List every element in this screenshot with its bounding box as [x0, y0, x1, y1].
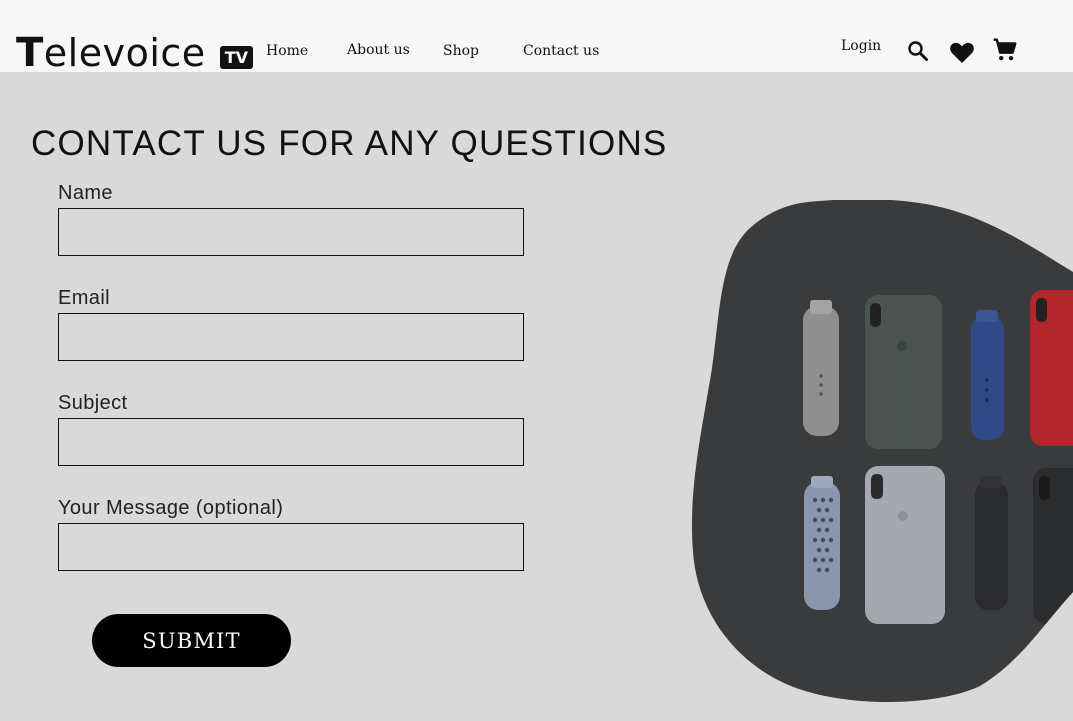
brand-initial: T: [16, 30, 44, 76]
watch-band-light-blue: [804, 476, 840, 610]
heart-icon[interactable]: [949, 41, 975, 70]
email-input[interactable]: [58, 313, 524, 361]
brand-logo[interactable]: Televoice TV: [16, 31, 253, 75]
hero-product-image: [690, 200, 1073, 705]
nav-about[interactable]: About us: [347, 42, 410, 58]
brand-tv-badge: TV: [219, 45, 253, 69]
message-label: Your Message (optional): [58, 497, 284, 519]
phone-case-red: [1030, 290, 1073, 446]
subject-label: Subject: [58, 392, 128, 414]
message-input[interactable]: [58, 523, 524, 571]
phone-case-white: [865, 466, 945, 624]
subject-input[interactable]: [58, 418, 524, 466]
watch-band-black: [975, 476, 1008, 610]
email-label: Email: [58, 287, 111, 309]
phone-case-black: [1033, 468, 1073, 624]
submit-button[interactable]: SUBMIT: [92, 614, 291, 667]
cart-icon[interactable]: [992, 37, 1018, 68]
name-input[interactable]: [58, 208, 524, 256]
login-link[interactable]: Login: [841, 38, 881, 54]
nav-contact[interactable]: Contact us: [523, 43, 599, 59]
search-icon[interactable]: [906, 39, 930, 68]
watch-band-gray: [803, 300, 839, 436]
site-header: Televoice TV Home About us Shop Contact …: [0, 0, 1073, 75]
brand-wordmark: Televoice: [16, 31, 206, 75]
brand-name-rest: elevoice: [43, 31, 206, 75]
nav-shop[interactable]: Shop: [443, 43, 479, 59]
name-label: Name: [58, 182, 113, 204]
page-title: CONTACT US FOR ANY QUESTIONS: [31, 124, 668, 163]
watch-band-blue: [971, 310, 1004, 440]
nav-home[interactable]: Home: [266, 43, 308, 59]
phone-case-dark-green: [865, 295, 942, 449]
